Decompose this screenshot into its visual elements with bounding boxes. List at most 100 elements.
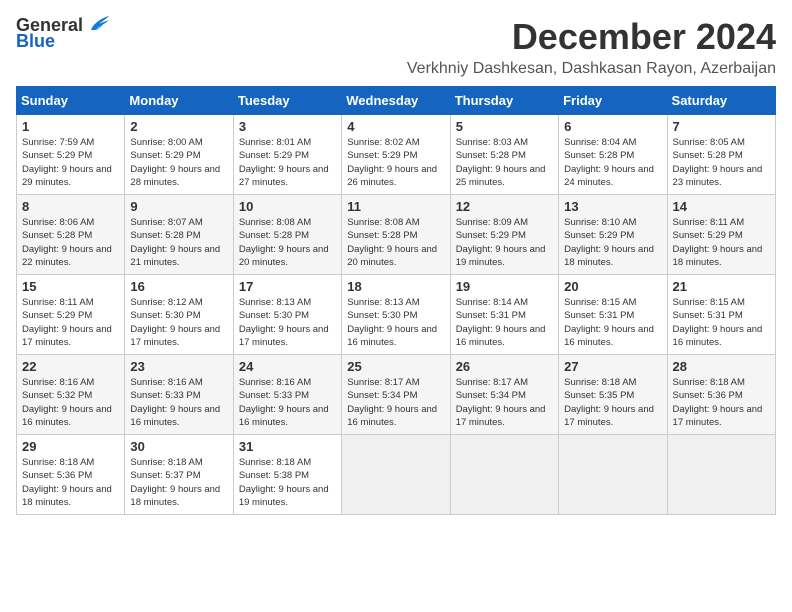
column-header-saturday: Saturday <box>667 87 775 115</box>
day-number: 18 <box>347 279 444 294</box>
day-number: 31 <box>239 439 336 454</box>
calendar-title: December 2024 <box>407 16 776 58</box>
day-number: 12 <box>456 199 553 214</box>
day-number: 14 <box>673 199 770 214</box>
day-info: Sunrise: 8:03 AMSunset: 5:28 PMDaylight:… <box>456 136 553 189</box>
day-number: 4 <box>347 119 444 134</box>
day-info: Sunrise: 8:17 AMSunset: 5:34 PMDaylight:… <box>347 376 444 429</box>
day-info: Sunrise: 8:06 AMSunset: 5:28 PMDaylight:… <box>22 216 119 269</box>
day-number: 10 <box>239 199 336 214</box>
title-section: December 2024 Verkhniy Dashkesan, Dashka… <box>407 16 776 78</box>
day-info: Sunrise: 8:14 AMSunset: 5:31 PMDaylight:… <box>456 296 553 349</box>
day-number: 6 <box>564 119 661 134</box>
calendar-cell: 12 Sunrise: 8:09 AMSunset: 5:29 PMDayligh… <box>450 195 558 275</box>
day-info: Sunrise: 8:13 AMSunset: 5:30 PMDaylight:… <box>239 296 336 349</box>
day-info: Sunrise: 8:02 AMSunset: 5:29 PMDaylight:… <box>347 136 444 189</box>
calendar-cell: 20 Sunrise: 8:15 AMSunset: 5:31 PMDayligh… <box>559 275 667 355</box>
column-header-sunday: Sunday <box>17 87 125 115</box>
day-info: Sunrise: 8:15 AMSunset: 5:31 PMDaylight:… <box>564 296 661 349</box>
calendar-subtitle: Verkhniy Dashkesan, Dashkasan Rayon, Aze… <box>407 60 776 78</box>
day-number: 2 <box>130 119 227 134</box>
calendar-cell: 5 Sunrise: 8:03 AMSunset: 5:28 PMDaylight… <box>450 115 558 195</box>
calendar-cell: 18 Sunrise: 8:13 AMSunset: 5:30 PMDayligh… <box>342 275 450 355</box>
day-number: 20 <box>564 279 661 294</box>
calendar-cell: 25 Sunrise: 8:17 AMSunset: 5:34 PMDayligh… <box>342 355 450 435</box>
day-info: Sunrise: 8:17 AMSunset: 5:34 PMDaylight:… <box>456 376 553 429</box>
day-info: Sunrise: 8:18 AMSunset: 5:35 PMDaylight:… <box>564 376 661 429</box>
day-info: Sunrise: 8:11 AMSunset: 5:29 PMDaylight:… <box>22 296 119 349</box>
day-number: 30 <box>130 439 227 454</box>
calendar-cell: 24Sunrise: 8:16 AMSunset: 5:33 PMDayligh… <box>233 355 341 435</box>
calendar-cell: 16 Sunrise: 8:12 AMSunset: 5:30 PMDayligh… <box>125 275 233 355</box>
day-info: Sunrise: 8:18 AMSunset: 5:36 PMDaylight:… <box>22 456 119 509</box>
day-number: 26 <box>456 359 553 374</box>
calendar-cell: 6 Sunrise: 8:04 AMSunset: 5:28 PMDaylight… <box>559 115 667 195</box>
day-number: 9 <box>130 199 227 214</box>
day-info: Sunrise: 8:08 AMSunset: 5:28 PMDaylight:… <box>239 216 336 269</box>
day-info: Sunrise: 8:08 AMSunset: 5:28 PMDaylight:… <box>347 216 444 269</box>
day-info: Sunrise: 8:01 AMSunset: 5:29 PMDaylight:… <box>239 136 336 189</box>
calendar-cell: 17Sunrise: 8:13 AMSunset: 5:30 PMDayligh… <box>233 275 341 355</box>
calendar-cell: 2Sunrise: 8:00 AMSunset: 5:29 PMDaylight… <box>125 115 233 195</box>
calendar-cell <box>667 435 775 515</box>
day-info: Sunrise: 8:04 AMSunset: 5:28 PMDaylight:… <box>564 136 661 189</box>
calendar-cell: 13 Sunrise: 8:10 AMSunset: 5:29 PMDayligh… <box>559 195 667 275</box>
calendar-cell: 11Sunrise: 8:08 AMSunset: 5:28 PMDayligh… <box>342 195 450 275</box>
calendar-cell: 8 Sunrise: 8:06 AMSunset: 5:28 PMDaylight… <box>17 195 125 275</box>
calendar-cell: 10 Sunrise: 8:08 AMSunset: 5:28 PMDayligh… <box>233 195 341 275</box>
calendar-cell: 26 Sunrise: 8:17 AMSunset: 5:34 PMDayligh… <box>450 355 558 435</box>
day-number: 16 <box>130 279 227 294</box>
day-number: 22 <box>22 359 119 374</box>
column-header-wednesday: Wednesday <box>342 87 450 115</box>
header-top: General Blue December 2024 Verkhniy Dash… <box>16 16 776 78</box>
day-number: 5 <box>456 119 553 134</box>
column-header-monday: Monday <box>125 87 233 115</box>
day-number: 25 <box>347 359 444 374</box>
day-info: Sunrise: 8:16 AMSunset: 5:33 PMDaylight:… <box>239 376 336 429</box>
calendar-body: 1Sunrise: 7:59 AMSunset: 5:29 PMDaylight… <box>17 115 776 515</box>
calendar-cell: 7 Sunrise: 8:05 AMSunset: 5:28 PMDaylight… <box>667 115 775 195</box>
day-info: Sunrise: 8:09 AMSunset: 5:29 PMDaylight:… <box>456 216 553 269</box>
day-number: 15 <box>22 279 119 294</box>
day-info: Sunrise: 8:16 AMSunset: 5:33 PMDaylight:… <box>130 376 227 429</box>
calendar-cell <box>450 435 558 515</box>
day-number: 13 <box>564 199 661 214</box>
week-row-2: 8 Sunrise: 8:06 AMSunset: 5:28 PMDaylight… <box>17 195 776 275</box>
day-number: 21 <box>673 279 770 294</box>
day-info: Sunrise: 8:11 AMSunset: 5:29 PMDaylight:… <box>673 216 770 269</box>
calendar-cell: 21Sunrise: 8:15 AMSunset: 5:31 PMDayligh… <box>667 275 775 355</box>
calendar-cell: 31 Sunrise: 8:18 AMSunset: 5:38 PMDayligh… <box>233 435 341 515</box>
calendar-cell: 22Sunrise: 8:16 AMSunset: 5:32 PMDayligh… <box>17 355 125 435</box>
day-number: 8 <box>22 199 119 214</box>
calendar-cell: 14 Sunrise: 8:11 AMSunset: 5:29 PMDayligh… <box>667 195 775 275</box>
calendar-cell: 30Sunrise: 8:18 AMSunset: 5:37 PMDayligh… <box>125 435 233 515</box>
calendar-cell: 19Sunrise: 8:14 AMSunset: 5:31 PMDayligh… <box>450 275 558 355</box>
calendar-cell: 1Sunrise: 7:59 AMSunset: 5:29 PMDaylight… <box>17 115 125 195</box>
column-header-friday: Friday <box>559 87 667 115</box>
column-header-thursday: Thursday <box>450 87 558 115</box>
day-number: 7 <box>673 119 770 134</box>
week-row-3: 15 Sunrise: 8:11 AMSunset: 5:29 PMDayligh… <box>17 275 776 355</box>
day-info: Sunrise: 8:05 AMSunset: 5:28 PMDaylight:… <box>673 136 770 189</box>
day-number: 28 <box>673 359 770 374</box>
day-number: 27 <box>564 359 661 374</box>
day-info: Sunrise: 8:13 AMSunset: 5:30 PMDaylight:… <box>347 296 444 349</box>
day-number: 3 <box>239 119 336 134</box>
calendar-cell: 28 Sunrise: 8:18 AMSunset: 5:36 PMDayligh… <box>667 355 775 435</box>
day-info: Sunrise: 8:18 AMSunset: 5:38 PMDaylight:… <box>239 456 336 509</box>
calendar-cell: 4 Sunrise: 8:02 AMSunset: 5:29 PMDaylight… <box>342 115 450 195</box>
day-info: Sunrise: 8:07 AMSunset: 5:28 PMDaylight:… <box>130 216 227 269</box>
day-number: 23 <box>130 359 227 374</box>
day-info: Sunrise: 8:10 AMSunset: 5:29 PMDaylight:… <box>564 216 661 269</box>
calendar-cell: 3 Sunrise: 8:01 AMSunset: 5:29 PMDaylight… <box>233 115 341 195</box>
logo-bird-icon <box>87 16 109 34</box>
logo: General Blue <box>16 16 109 50</box>
day-info: Sunrise: 8:12 AMSunset: 5:30 PMDaylight:… <box>130 296 227 349</box>
calendar-cell: 23 Sunrise: 8:16 AMSunset: 5:33 PMDayligh… <box>125 355 233 435</box>
column-header-tuesday: Tuesday <box>233 87 341 115</box>
logo-blue-text: Blue <box>16 32 55 50</box>
calendar-cell: 9 Sunrise: 8:07 AMSunset: 5:28 PMDaylight… <box>125 195 233 275</box>
day-number: 1 <box>22 119 119 134</box>
day-info: Sunrise: 8:18 AMSunset: 5:36 PMDaylight:… <box>673 376 770 429</box>
calendar-cell <box>559 435 667 515</box>
